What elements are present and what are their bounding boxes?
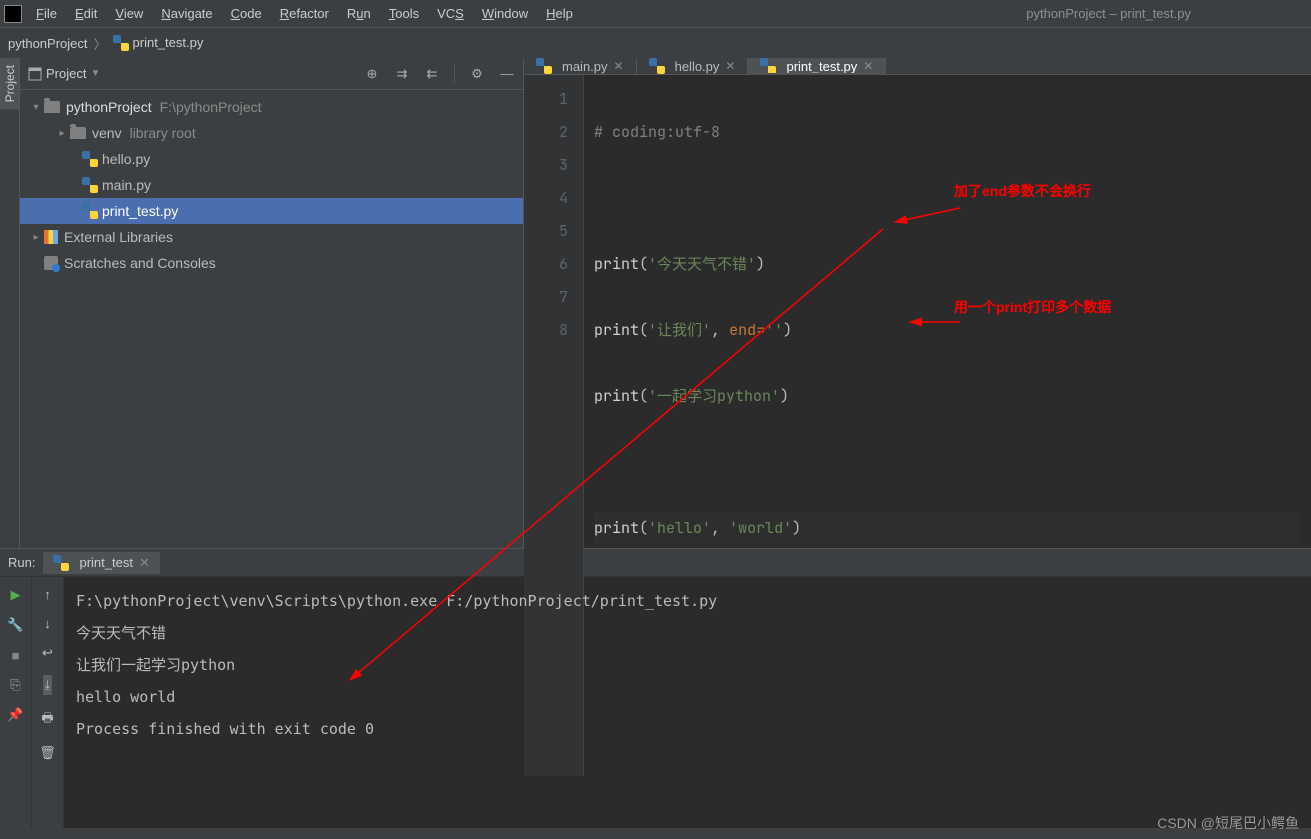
python-file-icon bbox=[82, 151, 98, 167]
python-file-icon bbox=[53, 555, 69, 571]
menu-run[interactable]: Run bbox=[339, 3, 379, 24]
project-view-selector[interactable]: Project ▼ bbox=[28, 66, 100, 81]
scratches-icon bbox=[44, 256, 58, 270]
close-icon[interactable]: ✕ bbox=[614, 59, 624, 73]
editor-tabs: main.py✕ hello.py✕ print_test.py✕ bbox=[524, 58, 1311, 75]
soft-wrap-icon[interactable]: ↩ bbox=[42, 645, 53, 661]
menu-vcs[interactable]: VCS bbox=[429, 3, 472, 24]
project-icon bbox=[28, 67, 42, 81]
libraries-icon bbox=[44, 230, 58, 244]
folder-icon bbox=[70, 127, 86, 139]
python-file-icon bbox=[536, 58, 552, 74]
run-tools-secondary: ↑ ↓ ↩ ⤓ 🖶 🗑 bbox=[32, 577, 64, 828]
window-title: pythonProject – print_test.py bbox=[1026, 6, 1191, 21]
print-icon[interactable]: 🖶 bbox=[41, 709, 53, 731]
chevron-down-icon: ▾ bbox=[28, 102, 44, 113]
run-tools-primary: ▶ 🔧 ■ ⎘ 📌 bbox=[0, 577, 32, 828]
gear-icon[interactable]: ⚙ bbox=[469, 66, 485, 82]
breadcrumb-file[interactable]: print_test.py bbox=[113, 35, 204, 52]
annotation-2: 用一个print打印多个数据 bbox=[954, 291, 1111, 324]
up-icon[interactable]: ↑ bbox=[44, 587, 51, 602]
python-file-icon bbox=[82, 177, 98, 193]
menu-bar: File Edit View Navigate Code Refactor Ru… bbox=[0, 0, 1311, 28]
menu-refactor[interactable]: Refactor bbox=[272, 3, 337, 24]
close-icon[interactable]: ✕ bbox=[725, 59, 735, 73]
close-icon[interactable]: ✕ bbox=[139, 555, 150, 571]
rerun-icon[interactable]: ▶ bbox=[8, 587, 24, 603]
chevron-down-icon: ▼ bbox=[90, 68, 100, 79]
trash-icon[interactable]: 🗑 bbox=[39, 745, 56, 761]
menu-navigate[interactable]: Navigate bbox=[153, 3, 220, 24]
scroll-end-icon[interactable]: ⤓ bbox=[43, 675, 53, 695]
python-file-icon bbox=[113, 35, 129, 51]
python-file-icon bbox=[649, 58, 665, 74]
menu-file[interactable]: File bbox=[28, 3, 65, 24]
select-opened-file-icon[interactable]: ⊕ bbox=[364, 66, 380, 82]
exit-icon[interactable]: ⎘ bbox=[8, 677, 24, 693]
run-panel: Run: print_test ✕ ▶ 🔧 ■ ⎘ 📌 ↑ ↓ ↩ ⤓ 🖶 🗑 … bbox=[0, 548, 1311, 828]
menu-help[interactable]: Help bbox=[538, 3, 581, 24]
project-panel: Project ▼ ⊕ ⇉ ⇇ ⚙ — ▾ pythonProject F:\p… bbox=[20, 58, 524, 548]
tree-file-print-test[interactable]: print_test.py bbox=[20, 198, 523, 224]
project-toolwindow-tab[interactable]: Project bbox=[0, 58, 20, 109]
chevron-right-icon: 〉 bbox=[94, 34, 107, 53]
project-tree[interactable]: ▾ pythonProject F:\pythonProject ▸ venv … bbox=[20, 90, 523, 548]
hide-panel-icon[interactable]: — bbox=[499, 66, 515, 82]
breadcrumb: pythonProject 〉 print_test.py bbox=[0, 28, 1311, 58]
wrench-icon[interactable]: 🔧 bbox=[8, 617, 24, 633]
app-logo-icon bbox=[4, 5, 22, 23]
tree-root[interactable]: ▾ pythonProject F:\pythonProject bbox=[20, 94, 523, 120]
tree-external-libraries[interactable]: ▸ External Libraries bbox=[20, 224, 523, 250]
tree-scratches[interactable]: Scratches and Consoles bbox=[20, 250, 523, 276]
tab-main[interactable]: main.py✕ bbox=[524, 58, 637, 74]
tree-file-hello[interactable]: hello.py bbox=[20, 146, 523, 172]
chevron-right-icon: ▸ bbox=[28, 232, 44, 243]
project-panel-header: Project ▼ ⊕ ⇉ ⇇ ⚙ — bbox=[20, 58, 523, 90]
folder-icon bbox=[44, 101, 60, 113]
collapse-all-icon[interactable]: ⇇ bbox=[424, 66, 440, 82]
close-icon[interactable]: ✕ bbox=[863, 59, 873, 73]
tree-file-main[interactable]: main.py bbox=[20, 172, 523, 198]
menu-edit[interactable]: Edit bbox=[67, 3, 105, 24]
down-icon[interactable]: ↓ bbox=[44, 616, 51, 631]
menu-view[interactable]: View bbox=[107, 3, 151, 24]
menu-code[interactable]: Code bbox=[223, 3, 270, 24]
editor: main.py✕ hello.py✕ print_test.py✕ 1 2 3 … bbox=[524, 58, 1311, 548]
stop-icon[interactable]: ■ bbox=[8, 647, 24, 663]
pin-icon[interactable]: 📌 bbox=[8, 707, 24, 723]
console-cmd: F:\pythonProject\venv\Scripts\python.exe… bbox=[76, 585, 1299, 617]
python-file-icon bbox=[82, 203, 98, 219]
console-output[interactable]: F:\pythonProject\venv\Scripts\python.exe… bbox=[64, 577, 1311, 828]
run-tab[interactable]: print_test ✕ bbox=[43, 552, 159, 574]
expand-all-icon[interactable]: ⇉ bbox=[394, 66, 410, 82]
tab-print-test[interactable]: print_test.py✕ bbox=[748, 58, 886, 74]
left-gutter: Project bbox=[0, 58, 20, 548]
menu-tools[interactable]: Tools bbox=[381, 3, 427, 24]
chevron-right-icon: ▸ bbox=[54, 128, 70, 139]
python-file-icon bbox=[760, 58, 776, 74]
watermark: CSDN @短尾巴小鳄鱼 bbox=[1157, 813, 1299, 833]
annotation-1: 加了end参数不会换行 bbox=[954, 175, 1091, 208]
tree-venv[interactable]: ▸ venv library root bbox=[20, 120, 523, 146]
tab-hello[interactable]: hello.py✕ bbox=[637, 58, 749, 74]
menu-window[interactable]: Window bbox=[474, 3, 536, 24]
breadcrumb-project[interactable]: pythonProject bbox=[8, 36, 88, 51]
run-label: Run: bbox=[8, 555, 35, 570]
